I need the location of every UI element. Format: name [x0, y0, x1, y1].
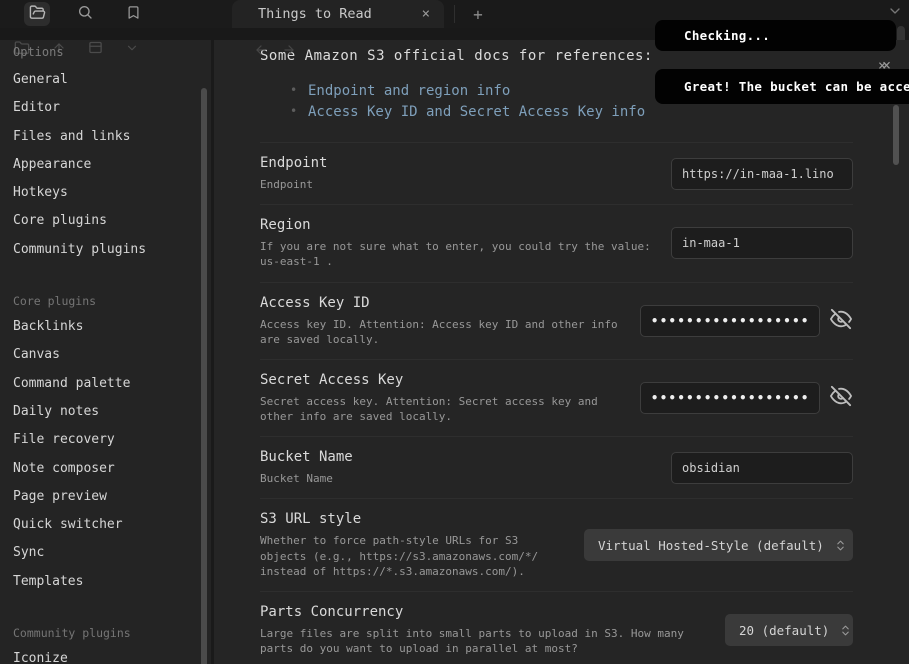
setting-row-endpoint: Endpoint Endpoint	[260, 142, 853, 204]
section-community-plugins: Community plugins	[0, 621, 200, 645]
toast-checking: Checking...	[655, 20, 896, 51]
setting-desc: Bucket Name	[260, 471, 651, 486]
select-value: 20 (default)	[739, 623, 829, 638]
sidebar-item-sync[interactable]: Sync	[0, 539, 200, 567]
sidebar-scrollbar-thumb[interactable]	[201, 88, 207, 664]
setting-name: Parts Concurrency	[260, 604, 705, 620]
sidebar-item-appearance[interactable]: Appearance	[0, 151, 200, 179]
sidebar-item-templates[interactable]: Templates	[0, 568, 200, 596]
sidebar-item-canvas[interactable]: Canvas	[0, 341, 200, 369]
setting-name: Access Key ID	[260, 295, 620, 311]
setting-row-secret-access-key: Secret Access Key Secret access key. Att…	[260, 359, 853, 436]
toggle-visibility-button[interactable]	[829, 386, 853, 410]
bucket-name-input[interactable]	[671, 452, 853, 484]
tab-things-to-read[interactable]: Things to Read ×	[232, 0, 444, 28]
setting-name: S3 URL style	[260, 511, 564, 527]
endpoint-region-info-link[interactable]: Endpoint and region info	[308, 83, 510, 99]
setting-desc: Large files are split into small parts t…	[260, 626, 705, 656]
toast-text: Checking...	[684, 28, 770, 43]
sidebar-item-core-plugins[interactable]: Core plugins	[0, 207, 200, 235]
chevrons-up-down-icon	[834, 539, 847, 552]
sidebar-item-quick-switcher[interactable]: Quick switcher	[0, 511, 200, 539]
toggle-visibility-button[interactable]	[829, 309, 853, 333]
sidebar-item-hotkeys[interactable]: Hotkeys	[0, 179, 200, 207]
nav-arrows-ghost	[254, 42, 296, 61]
sidebar-item-general[interactable]: General	[0, 66, 200, 94]
tab-title: Things to Read	[258, 6, 420, 22]
setting-desc: Whether to force path-style URLs for S3 …	[260, 533, 564, 579]
settings-content: × Some Amazon S3 official docs for refer…	[211, 40, 909, 664]
chevrons-up-down-icon	[839, 624, 852, 637]
sidebar-item-note-composer[interactable]: Note composer	[0, 455, 200, 483]
content-scrollbar-thumb[interactable]	[893, 105, 899, 165]
new-tab-button[interactable]: +	[463, 0, 493, 28]
setting-row-s3-url-style: S3 URL style Whether to force path-style…	[260, 498, 853, 591]
setting-desc: Secret access key. Attention: Secret acc…	[260, 394, 620, 424]
parts-concurrency-select[interactable]: 20 (default)	[725, 614, 853, 646]
s3-url-style-select[interactable]: Virtual Hosted-Style (default)	[584, 529, 853, 561]
bookmarks-button[interactable]	[120, 2, 146, 26]
setting-name: Bucket Name	[260, 449, 651, 465]
secret-access-key-input[interactable]	[640, 382, 820, 414]
search-button[interactable]	[72, 2, 98, 26]
bookmark-icon	[126, 5, 141, 24]
settings-nav: General Editor Files and links Appearanc…	[0, 66, 200, 664]
collapse-panel-icon	[88, 40, 103, 60]
select-value: Virtual Hosted-Style (default)	[598, 538, 824, 553]
setting-row-access-key-id: Access Key ID Access key ID. Attention: …	[260, 282, 853, 359]
sidebar-item-file-recovery[interactable]: File recovery	[0, 426, 200, 454]
setting-name: Region	[260, 217, 651, 233]
sidebar-header: Options	[13, 45, 64, 59]
section-core-plugins: Core plugins	[0, 289, 200, 313]
sidebar-item-files-and-links[interactable]: Files and links	[0, 123, 200, 151]
setting-row-parts-concurrency: Parts Concurrency Large files are split …	[260, 591, 853, 664]
tab-separator	[454, 5, 455, 23]
setting-row-region: Region If you are not sure what to enter…	[260, 204, 853, 281]
chevron-down-icon	[125, 40, 139, 60]
toast-text: Great! The bucket can be access	[684, 79, 909, 94]
eye-off-icon	[830, 308, 852, 334]
setting-desc: If you are not sure what to enter, you c…	[260, 239, 651, 269]
app-window: Things to Read × + Options General Edito…	[0, 0, 909, 664]
tab-close-icon[interactable]: ×	[420, 6, 432, 22]
sidebar-item-iconize[interactable]: Iconize	[0, 645, 200, 664]
eye-off-icon	[830, 385, 852, 411]
settings-modal: Options General Editor Files and links A…	[0, 40, 909, 664]
toast-bucket-result: Great! The bucket can be access	[655, 69, 909, 104]
files-button[interactable]	[24, 2, 50, 26]
access-key-info-link[interactable]: Access Key ID and Secret Access Key info	[308, 104, 645, 120]
sidebar-item-daily-notes[interactable]: Daily notes	[0, 398, 200, 426]
forward-arrow-icon	[282, 42, 296, 61]
search-icon	[77, 4, 93, 24]
settings-sidebar: Options General Editor Files and links A…	[0, 40, 211, 664]
plugin-settings-pane: Some Amazon S3 official docs for referen…	[260, 40, 853, 664]
back-arrow-icon	[254, 42, 268, 61]
access-key-id-input[interactable]	[640, 305, 820, 337]
setting-desc: Endpoint	[260, 177, 651, 192]
sidebar-item-command-palette[interactable]: Command palette	[0, 370, 200, 398]
sidebar-item-community-plugins[interactable]: Community plugins	[0, 236, 200, 264]
list-item: Access Key ID and Secret Access Key info	[260, 101, 853, 122]
sidebar-item-backlinks[interactable]: Backlinks	[0, 313, 200, 341]
sidebar-item-page-preview[interactable]: Page preview	[0, 483, 200, 511]
region-input[interactable]	[671, 227, 853, 259]
endpoint-input[interactable]	[671, 158, 853, 190]
setting-name: Secret Access Key	[260, 372, 620, 388]
setting-desc: Access key ID. Attention: Access key ID …	[260, 317, 620, 347]
setting-name: Endpoint	[260, 155, 651, 171]
sidebar-item-editor[interactable]: Editor	[0, 94, 200, 122]
ribbon	[0, 0, 232, 28]
folder-icon	[29, 4, 46, 25]
setting-row-bucket-name: Bucket Name Bucket Name	[260, 436, 853, 498]
